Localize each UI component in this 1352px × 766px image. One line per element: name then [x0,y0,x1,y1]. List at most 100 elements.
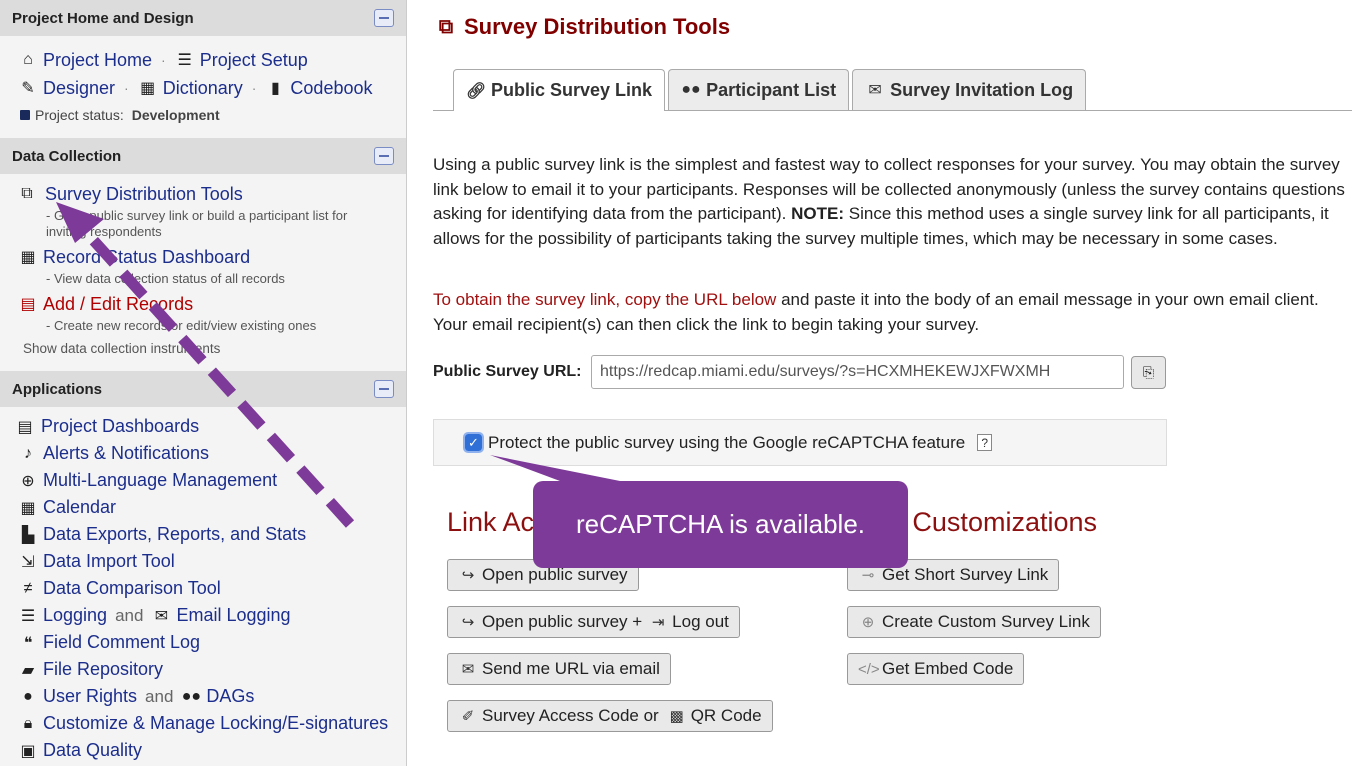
show-instruments-link[interactable]: Show data collection instruments [0,341,406,365]
nav-logging[interactable]: Logging [43,605,107,626]
lock-icon: 🔒︎ [23,714,33,732]
comments-icon: ❝ [23,634,33,652]
tab-label: Public Survey Link [491,80,653,100]
and-text: and [115,605,144,625]
nav-alerts[interactable]: Alerts & Notifications [43,443,209,464]
users-icon: ●● [181,687,202,705]
nav-designer[interactable]: Designer [43,78,115,99]
main-content: ⧉ Survey Distribution Tools 🔗︎ Public Su… [407,0,1352,766]
and-text: and [145,686,174,706]
list-icon: ☰ [20,607,36,625]
file-edit-icon: ▤ [20,296,36,313]
nav-field-comment-log[interactable]: Field Comment Log [43,632,200,653]
annotation-callout: reCAPTCHA is available. [533,481,908,568]
page-title: ⧉ Survey Distribution Tools [433,14,730,40]
get-embed-code-button[interactable]: </> Get Embed Code [847,653,1025,685]
nav-record-status-dashboard[interactable]: Record Status Dashboard [43,247,250,268]
nav-multi-language[interactable]: Multi-Language Management [43,470,277,491]
nav-survey-distribution-tools[interactable]: Survey Distribution Tools [45,184,243,205]
section-header-applications: Applications [0,371,406,407]
checklist-icon: ☰ [177,52,192,69]
separator-dot: · [161,52,166,68]
nav-customize-locking[interactable]: Customize & Manage Locking/E-signatures [43,713,388,734]
section-header-data-collection: Data Collection [0,138,406,174]
home-icon: ⌂ [23,51,33,68]
intro-paragraph: Using a public survey link is the simple… [433,153,1348,251]
not-equal-icon: ≠ [23,579,33,597]
nav-calendar[interactable]: Calendar [43,497,116,518]
tab-participant-list[interactable]: ●● Participant List [668,69,850,110]
project-status-value: Development [131,107,220,123]
tab-bar: 🔗︎ Public Survey Link ●● Participant Lis… [433,69,1352,111]
copy-icon: ⎘ [1142,363,1155,380]
nav-email-logging[interactable]: Email Logging [176,605,290,626]
survey-access-code-button[interactable]: ✐ Survey Access Code or ▩ QR Code [447,700,773,732]
copy-url-button[interactable]: ⎘ [1131,355,1166,389]
instructions-highlight: To obtain the survey link, copy the URL … [433,290,777,309]
collapse-button[interactable] [374,147,394,165]
section-body-project-home: ⌂ Project Home · ☰ Project Setup ✎ Desig… [0,36,406,128]
create-custom-link-button[interactable]: ⊕ Create Custom Survey Link [847,606,1101,638]
sidebar: Project Home and Design ⌂ Project Home ·… [0,0,407,766]
tab-survey-invitation-log[interactable]: ✉ Survey Invitation Log [852,69,1087,110]
nav-data-exports[interactable]: Data Exports, Reports, and Stats [43,524,306,545]
tab-public-survey-link[interactable]: 🔗︎ Public Survey Link [453,69,666,111]
code-icon: </> [858,660,880,678]
bell-icon: ♪ [24,444,32,462]
dashboard-icon: ▤ [17,418,33,436]
nav-data-comparison[interactable]: Data Comparison Tool [43,578,221,599]
envelope-icon: ✉ [461,661,475,678]
nav-description: - Get a public survey link or build a pa… [46,208,348,239]
clipboard-check-icon: ▣ [20,742,36,760]
button-label: Log out [672,612,729,631]
sign-out-icon: ⇥ [651,614,665,631]
button-label: QR Code [690,706,762,725]
public-url-field[interactable] [591,355,1124,389]
nav-data-quality[interactable]: Data Quality [43,740,142,761]
users-icon: ●● [681,81,701,98]
spreadsheet-icon: ▦ [140,80,156,97]
nav-project-home[interactable]: Project Home [43,50,152,71]
project-status-label: Project status: [35,107,124,123]
calendar-icon: ▦ [20,499,36,517]
nav-file-repository[interactable]: File Repository [43,659,163,680]
open-public-survey-logout-button[interactable]: ↪ Open public survey + ⇥ Log out [447,606,740,638]
user-icon: ● [23,687,33,705]
note-label: NOTE: [791,204,845,223]
send-url-email-button[interactable]: ✉ Send me URL via email [447,653,671,685]
nav-user-rights[interactable]: User Rights [43,686,137,707]
section-title: Project Home and Design [12,9,194,27]
recaptcha-label: Protect the public survey using the Goog… [488,432,966,452]
folder-open-icon: ▰ [21,661,35,679]
link-icon: 🔗︎ [466,82,487,100]
button-label: Get Short Survey Link [882,565,1049,584]
collapse-button[interactable] [374,380,394,398]
public-url-label: Public Survey URL: [433,363,582,380]
section-body-data-collection: ⧉ Survey Distribution Tools - Get a publ… [0,174,406,365]
button-label: Open public survey + [482,612,643,631]
survey-distribution-icon: ⧉ [21,185,33,202]
nav-add-edit-records[interactable]: Add / Edit Records [43,294,193,315]
share-arrow-icon: ↪ [461,614,475,631]
mail-stack-icon: ✉ [868,82,882,99]
help-icon[interactable]: ? [977,434,993,451]
link-chain-icon: ⊸ [861,567,875,584]
link-add-icon: ⊕ [861,614,875,631]
qr-code-icon: ▩ [669,708,684,725]
collapse-button[interactable] [374,9,394,27]
public-url-row: Public Survey URL: ⎘ [433,355,1166,389]
separator-dot: · [251,80,257,96]
nav-description: - Create new records or edit/view existi… [46,318,317,333]
nav-project-setup[interactable]: Project Setup [200,50,308,71]
survey-distribution-icon: ⧉ [438,15,454,38]
nav-dictionary[interactable]: Dictionary [163,78,243,99]
recaptcha-checkbox[interactable]: ✓ [463,432,484,453]
nav-dags[interactable]: DAGs [206,686,254,707]
nav-codebook[interactable]: Codebook [290,78,372,99]
nav-project-dashboards[interactable]: Project Dashboards [41,416,199,437]
book-icon: ▮ [271,80,280,97]
nav-data-import[interactable]: Data Import Tool [43,551,175,572]
grid-icon: ▦ [20,249,36,266]
button-label: Open public survey [482,565,628,584]
share-arrow-icon: ↪ [461,567,475,584]
